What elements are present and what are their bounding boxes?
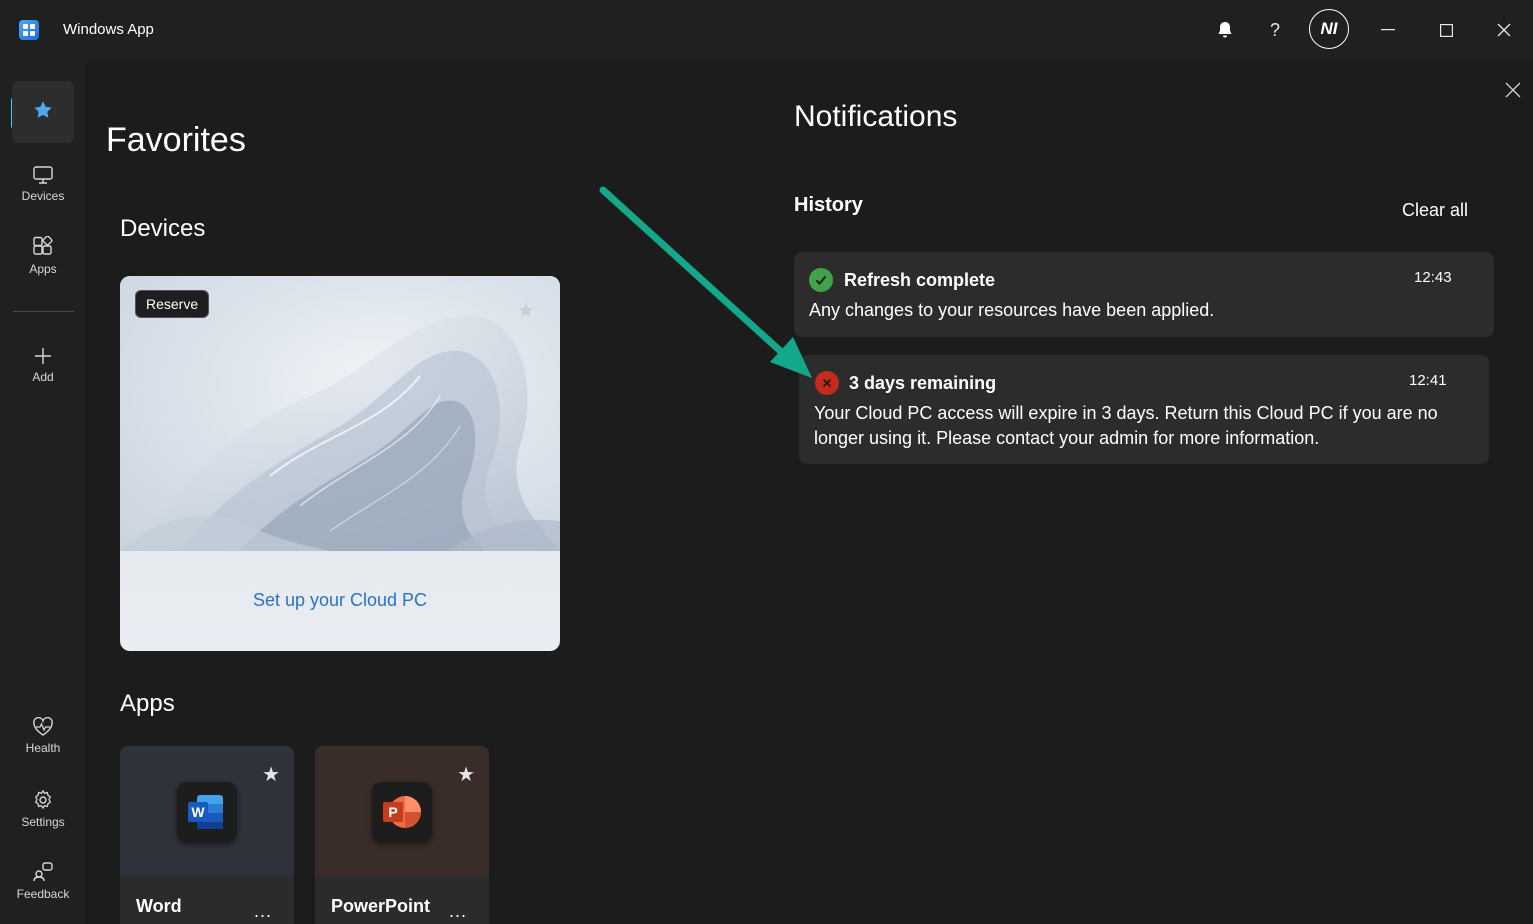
annotation-arrow xyxy=(599,186,812,378)
